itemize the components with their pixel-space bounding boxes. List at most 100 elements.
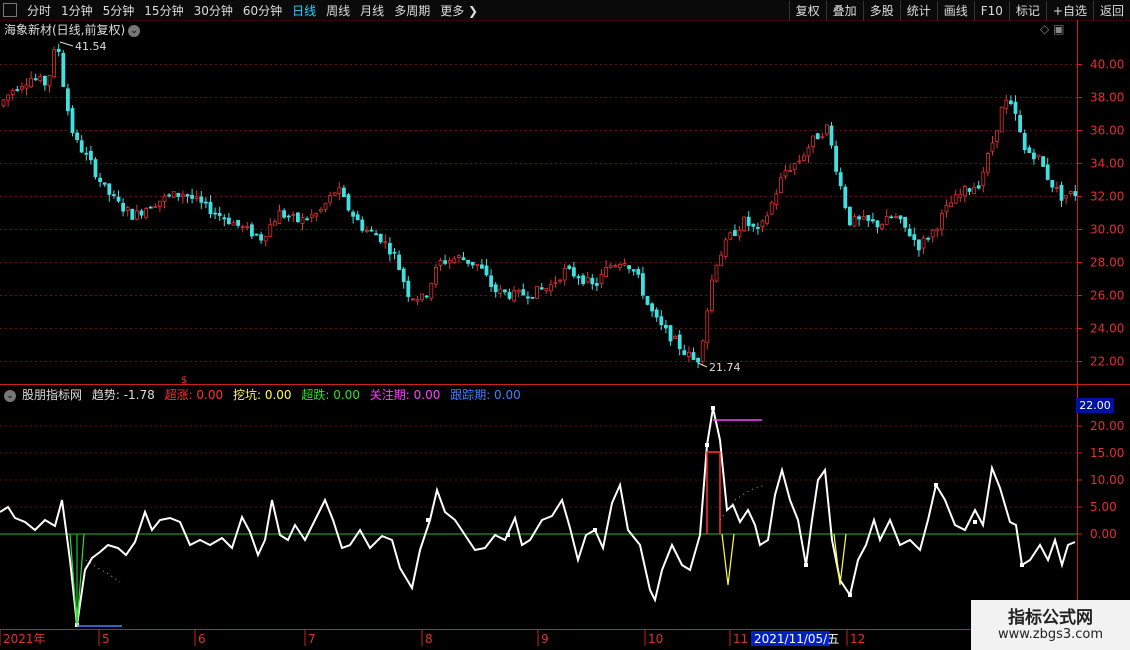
candle-body bbox=[967, 188, 972, 192]
period-tab-5[interactable]: 60分钟 bbox=[238, 1, 287, 21]
candle-body bbox=[314, 212, 319, 217]
candle-body bbox=[185, 194, 190, 197]
candle-body bbox=[599, 273, 604, 285]
candle-body bbox=[1027, 147, 1032, 153]
x-tick-label: 5 bbox=[102, 632, 110, 646]
candle-body bbox=[79, 140, 84, 153]
x-axis-bg bbox=[0, 630, 1130, 650]
candle-body bbox=[498, 288, 503, 294]
candle-body bbox=[728, 232, 733, 240]
candle-body bbox=[953, 194, 958, 204]
candle-body bbox=[364, 230, 369, 233]
action-button-4[interactable]: 画线 bbox=[936, 1, 974, 21]
candle-body bbox=[986, 153, 990, 173]
candle-body bbox=[47, 75, 52, 87]
candle-body bbox=[144, 208, 149, 218]
action-button-7[interactable]: +自选 bbox=[1045, 1, 1093, 21]
candle-body bbox=[990, 142, 995, 152]
candle-body bbox=[944, 204, 949, 213]
period-tab-10[interactable]: 更多 ❯ bbox=[435, 1, 483, 21]
period-tab-7[interactable]: 周线 bbox=[321, 1, 355, 21]
y-tick-label: 24.00 bbox=[1090, 322, 1124, 336]
candle-body bbox=[898, 215, 903, 220]
candle-body bbox=[811, 135, 815, 148]
candle-body bbox=[300, 217, 305, 224]
high-pointer bbox=[59, 41, 74, 47]
period-tab-2[interactable]: 5分钟 bbox=[98, 1, 140, 21]
candle-body bbox=[976, 185, 981, 189]
y-tick-label: 26.00 bbox=[1090, 289, 1124, 303]
y-tick-label: 5.00 bbox=[1090, 500, 1117, 514]
candle-body bbox=[318, 209, 323, 212]
candle-body bbox=[774, 193, 779, 205]
trend-dot bbox=[705, 443, 709, 447]
x-tick-label: 9 bbox=[541, 632, 549, 646]
candle-body bbox=[677, 334, 682, 350]
candle-body bbox=[788, 169, 792, 172]
action-button-2[interactable]: 多股 bbox=[862, 1, 900, 21]
candle-body bbox=[535, 285, 539, 299]
candle-body bbox=[751, 223, 756, 227]
candle-body bbox=[130, 208, 135, 220]
candle-body bbox=[1050, 180, 1055, 188]
window-icon[interactable] bbox=[3, 3, 17, 17]
candle-body bbox=[714, 264, 719, 282]
candle-body bbox=[737, 229, 742, 237]
period-tabs: 分时 1分钟 5分钟 15分钟 30分钟 60分钟 日线 周线 月线 多周期 更多 ❯ bbox=[22, 0, 483, 21]
candle-body bbox=[29, 77, 34, 88]
candle-body bbox=[401, 268, 406, 283]
period-tab-1[interactable]: 1分钟 bbox=[56, 1, 98, 21]
action-button-5[interactable]: F10 bbox=[973, 1, 1009, 21]
candle-body bbox=[6, 94, 10, 101]
watermark: 指标公式网 www.zbgs3.com bbox=[971, 600, 1130, 650]
candle-body bbox=[595, 283, 599, 286]
candle-body bbox=[930, 229, 935, 238]
period-tab-3[interactable]: 15分钟 bbox=[139, 1, 188, 21]
period-tab-0[interactable]: 分时 bbox=[22, 1, 56, 21]
candle-body bbox=[705, 310, 710, 344]
high-price-label: 41.54 bbox=[75, 40, 107, 53]
pit-spike bbox=[721, 533, 735, 586]
x-tick-label: 7 bbox=[308, 632, 316, 646]
candle-body bbox=[43, 76, 47, 86]
candle-body bbox=[1013, 101, 1018, 114]
candle-body bbox=[926, 237, 930, 240]
candle-body bbox=[539, 287, 544, 290]
candle-body bbox=[429, 282, 434, 299]
action-button-1[interactable]: 叠加 bbox=[825, 1, 863, 21]
candle-body bbox=[70, 108, 75, 134]
candle-body bbox=[866, 215, 871, 221]
action-button-8[interactable]: 返回 bbox=[1092, 1, 1130, 21]
period-tab-6[interactable]: 日线 bbox=[287, 1, 321, 21]
trend-dot bbox=[973, 520, 977, 524]
candle-body bbox=[295, 212, 300, 222]
period-tab-8[interactable]: 月线 bbox=[355, 1, 389, 21]
candle-body bbox=[627, 265, 631, 270]
candle-body bbox=[884, 216, 889, 225]
candle-body bbox=[1022, 133, 1027, 151]
trend-dot bbox=[506, 533, 510, 537]
candle-body bbox=[613, 265, 618, 267]
candle-body bbox=[259, 234, 264, 241]
candle-body bbox=[84, 152, 89, 155]
trend-dot bbox=[848, 593, 852, 597]
trend-dot bbox=[934, 483, 938, 487]
y-tick-label: 20.00 bbox=[1090, 419, 1124, 433]
candle-body bbox=[337, 187, 342, 194]
indicator-chart[interactable]: 20.00 15.00 10.00 5.00 0.00 bbox=[0, 385, 1130, 630]
candle-body bbox=[447, 260, 452, 264]
candle-body bbox=[861, 216, 866, 220]
candle-body bbox=[116, 196, 121, 202]
period-tab-9[interactable]: 多周期 bbox=[389, 1, 435, 21]
y-tick-label: 40.00 bbox=[1090, 58, 1124, 72]
candle-body bbox=[608, 265, 613, 268]
action-button-3[interactable]: 统计 bbox=[899, 1, 937, 21]
action-button-6[interactable]: 标记 bbox=[1008, 1, 1046, 21]
candle-body bbox=[245, 226, 250, 228]
y-tick-label: 0.00 bbox=[1090, 527, 1117, 541]
candle-body bbox=[277, 210, 282, 224]
candlestick-chart[interactable]: 40.00 38.00 36.00 34.00 32.00 30.00 28.00 26.00… bbox=[0, 20, 1130, 385]
period-tab-4[interactable]: 30分钟 bbox=[189, 1, 238, 21]
action-button-0[interactable]: 复权 bbox=[788, 1, 826, 21]
y-tick-label: 28.00 bbox=[1090, 256, 1124, 270]
